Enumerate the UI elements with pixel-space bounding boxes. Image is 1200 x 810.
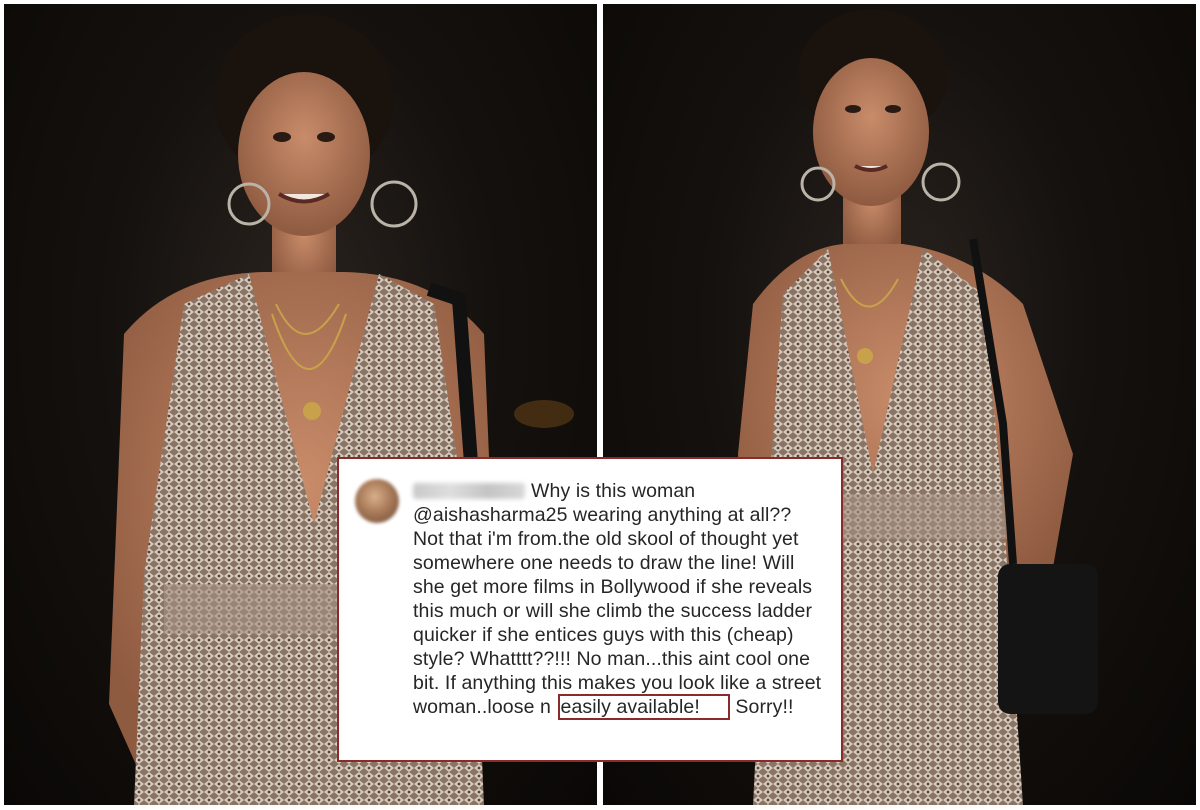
comment-body: Why is this woman @aishasharma25 wearing…	[413, 480, 822, 718]
highlighted-phrase: easily available!	[557, 694, 730, 720]
comment-text: Why is this woman @aishasharma25 wearing…	[413, 479, 823, 720]
comment-card: Why is this woman @aishasharma25 wearing…	[337, 457, 843, 762]
avatar	[355, 479, 399, 523]
comment-ending: Sorry!!	[729, 696, 794, 718]
comment-username-blurred[interactable]	[413, 483, 525, 499]
